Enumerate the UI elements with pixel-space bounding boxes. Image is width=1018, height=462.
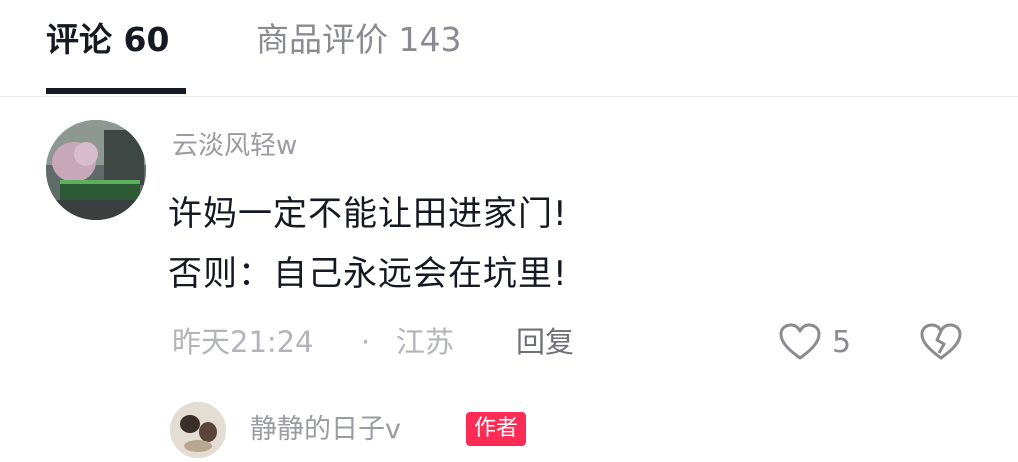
tab-comments[interactable]: 评论 60 xyxy=(46,14,186,94)
reply-avatar-image xyxy=(170,402,226,458)
comment-timestamp: 昨天21:24 xyxy=(172,325,314,359)
heart-outline-icon xyxy=(779,323,821,360)
broken-heart-icon xyxy=(920,323,962,360)
active-tab-indicator xyxy=(46,88,186,94)
comment-username[interactable]: 云淡风轻w xyxy=(172,126,297,166)
meta-separator: · xyxy=(361,325,371,359)
like-count: 5 xyxy=(832,324,852,360)
avatar[interactable] xyxy=(46,120,146,220)
tab-comments-label: 评论 60 xyxy=(46,20,170,59)
comment-tabs: 评论 60 商品评价 143 xyxy=(0,0,1018,97)
reply-avatar[interactable] xyxy=(170,402,226,458)
comment-location: 江苏 xyxy=(396,325,455,359)
tab-product-reviews-label: 商品评价 143 xyxy=(256,20,462,59)
tab-product-reviews[interactable]: 商品评价 143 xyxy=(256,14,461,66)
avatar-image xyxy=(46,120,146,220)
dislike-button[interactable] xyxy=(918,320,964,364)
like-button[interactable]: 5 xyxy=(778,320,851,364)
author-badge: 作者 xyxy=(466,412,527,446)
reply-button[interactable]: 回复 xyxy=(516,320,574,364)
comment-text-line-1: 许妈一定不能让田进家门! xyxy=(168,194,568,234)
comment-text-line-2: 否则：自己永远会在坑里! xyxy=(168,254,568,294)
reply-username[interactable]: 静静的日子v xyxy=(250,410,401,450)
